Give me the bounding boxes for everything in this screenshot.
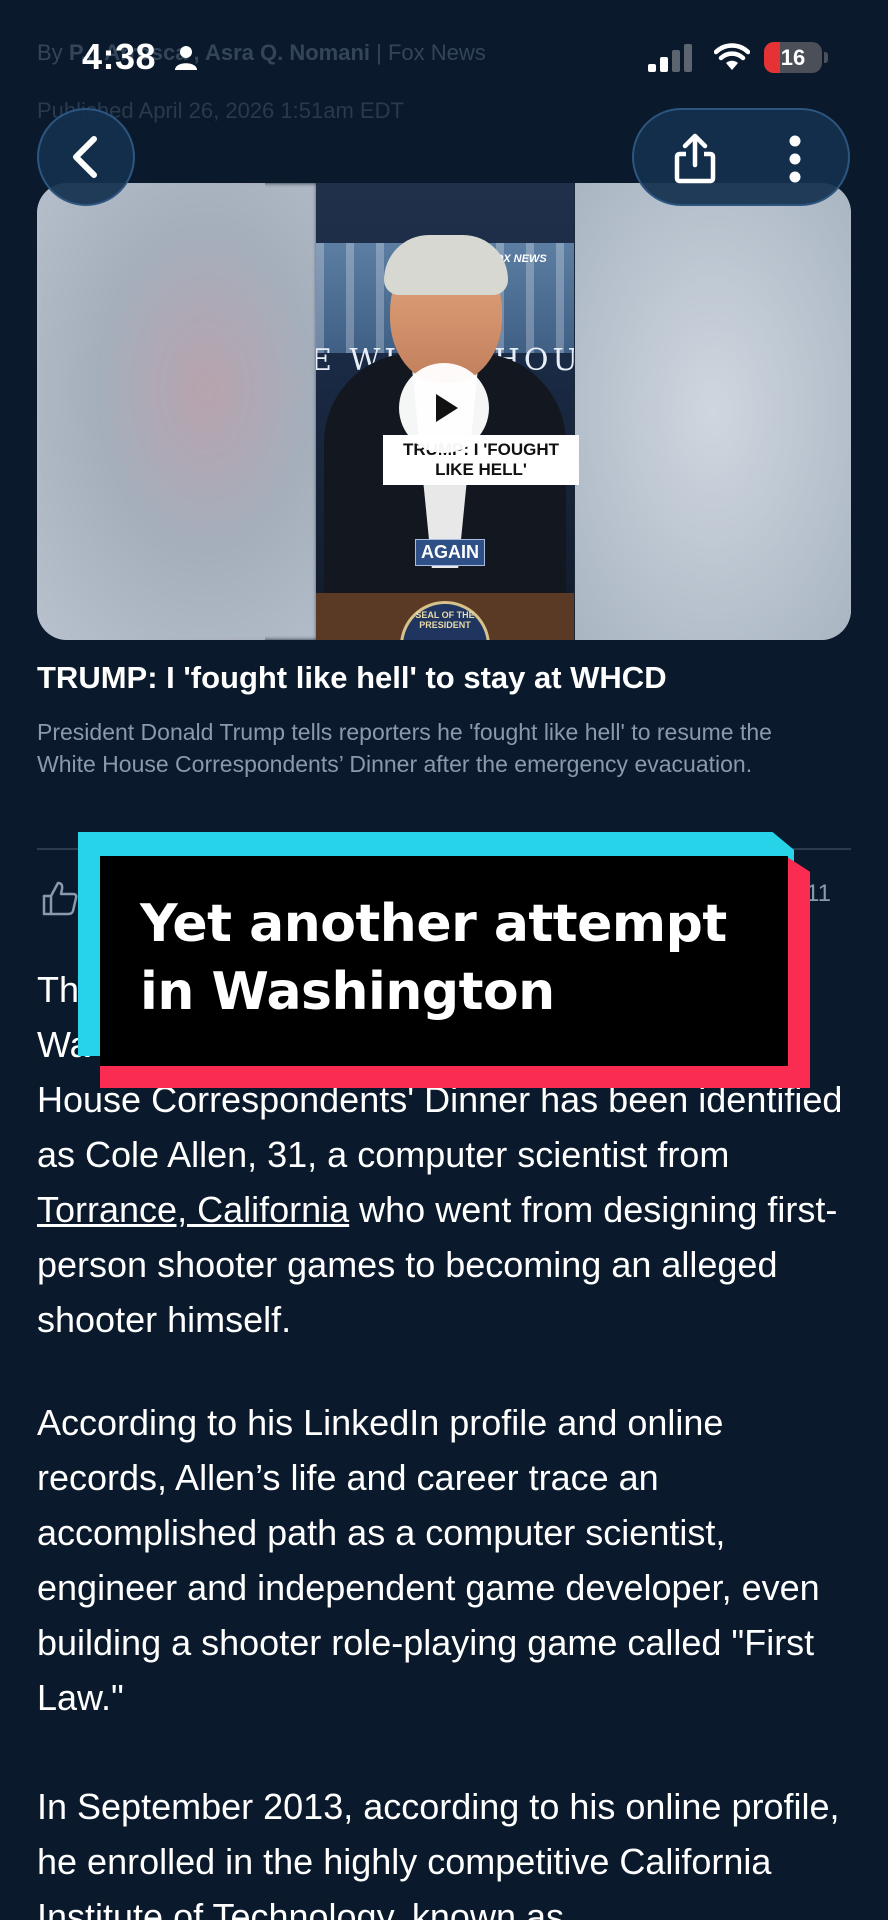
- video-headline[interactable]: TRUMP: I 'fought like hell' to stay at W…: [37, 660, 851, 696]
- chevron-left-icon: [73, 136, 97, 178]
- article-paragraph-3: In September 2013, according to his onli…: [37, 1786, 840, 1920]
- share-icon: [674, 133, 716, 184]
- back-button[interactable]: [37, 108, 135, 206]
- article-actions: [632, 108, 850, 206]
- person-icon: [175, 46, 197, 70]
- more-options-button[interactable]: [764, 128, 826, 190]
- location-link[interactable]: Torrance, California: [37, 1189, 349, 1230]
- status-time: 4:38: [82, 36, 157, 77]
- video-summary: President Donald Trump tells reporters h…: [37, 719, 772, 777]
- battery-percent: 16: [780, 45, 806, 70]
- overlay-banner-text: Yet another attempt in Washington: [140, 894, 727, 1022]
- video-again-tag: AGAIN: [415, 539, 485, 566]
- video-caption-text: TRUMP: I 'FOUGHT LIKE HELL': [402, 440, 560, 479]
- p1-line3: House Correspondents' Dinner has been id…: [37, 1079, 843, 1175]
- battery-nub: [824, 52, 828, 63]
- battery-indicator: 16: [764, 42, 828, 73]
- byline-prefix: By: [37, 40, 63, 65]
- thumbs-up-icon[interactable]: [40, 880, 80, 916]
- seal-lettering: SEAL OF THE PRESIDENT: [415, 610, 475, 630]
- video-blur-left: [37, 183, 317, 640]
- wifi-icon: [714, 43, 750, 70]
- play-icon: [436, 394, 458, 422]
- byline-source: Fox News: [387, 40, 486, 65]
- cellular-signal-icon: [648, 44, 692, 72]
- more-vertical-icon: [789, 135, 801, 183]
- byline-separator: |: [376, 40, 382, 65]
- article-paragraph-2: According to his LinkedIn profile and on…: [37, 1402, 820, 1718]
- share-button[interactable]: [664, 128, 726, 190]
- play-button[interactable]: [399, 363, 489, 453]
- speaker-hair: [384, 235, 508, 295]
- video-player[interactable]: FOX NEWS E WHITE HOUSE SEAL OF THE PRESI…: [37, 183, 851, 640]
- video-caption-box: TRUMP: I 'FOUGHT LIKE HELL': [383, 435, 579, 485]
- battery-body: 16: [764, 42, 822, 73]
- video-blur-right: [575, 183, 851, 640]
